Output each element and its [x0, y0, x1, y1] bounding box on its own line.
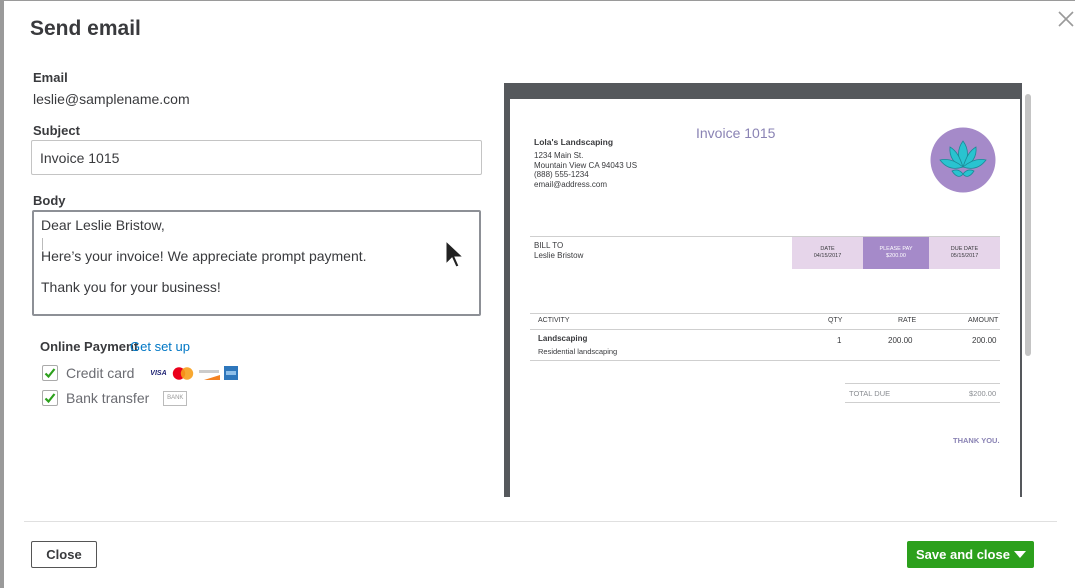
- bill-to-block: BILL TO Leslie Bristow: [534, 241, 583, 261]
- divider: [845, 383, 1000, 384]
- chevron-down-icon[interactable]: [1014, 551, 1026, 559]
- body-line: Dear Leslie Bristow,: [41, 217, 165, 233]
- invoice-title: Invoice 1015: [696, 125, 776, 141]
- email-value: leslie@samplename.com: [33, 91, 190, 107]
- date-label: DATE: [820, 246, 835, 252]
- discover-icon: [198, 366, 221, 380]
- due-date-box: DUE DATE 05/15/2017: [929, 237, 1000, 269]
- total-due-label: TOTAL DUE: [849, 389, 891, 398]
- please-pay-value: $200.00: [886, 253, 906, 259]
- bank-transfer-checkbox[interactable]: [42, 390, 58, 406]
- email-label: Email: [33, 70, 68, 85]
- total-due-value: $200.00: [969, 389, 997, 398]
- line-rate: 200.00: [888, 336, 913, 345]
- save-and-close-button[interactable]: Save and close: [907, 541, 1034, 568]
- get-set-up-link[interactable]: Get set up: [130, 339, 190, 354]
- due-date-value: 05/15/2017: [950, 253, 979, 259]
- invoice-preview: Lola's Landscaping 1234 Main St. Mountai…: [510, 99, 1020, 497]
- column-qty: QTY: [828, 317, 843, 324]
- mouse-pointer-icon: [445, 240, 465, 268]
- divider: [530, 313, 1000, 314]
- bank-transfer-option[interactable]: Bank transfer BANK: [42, 388, 188, 408]
- address-line: Mountain View CA 94043 US: [534, 160, 638, 170]
- date-value: 04/15/2017: [813, 253, 842, 259]
- column-activity: ACTIVITY: [538, 317, 570, 324]
- please-pay-label: PLEASE PAY: [879, 246, 913, 252]
- online-payment-label: Online Payment: [40, 339, 139, 354]
- line-activity: Landscaping: [538, 334, 588, 343]
- preview-scrollbar[interactable]: [1025, 94, 1031, 356]
- body-label: Body: [33, 193, 66, 208]
- bank-icon: BANK: [163, 390, 188, 406]
- body-line: Thank you for your business!: [41, 279, 221, 295]
- subject-input[interactable]: Invoice 1015: [31, 140, 482, 175]
- address-line: email@address.com: [534, 179, 608, 189]
- bill-to-label: BILL TO: [534, 241, 564, 250]
- body-line: Here’s your invoice! We appreciate promp…: [41, 248, 367, 264]
- date-box: DATE 04/15/2017: [792, 237, 863, 269]
- due-date-label: DUE DATE: [950, 246, 979, 252]
- close-icon[interactable]: [1056, 9, 1075, 29]
- column-amount: AMOUNT: [968, 317, 999, 324]
- divider: [530, 329, 1000, 330]
- line-description: Residential landscaping: [538, 347, 618, 356]
- line-qty: 1: [837, 336, 842, 345]
- please-pay-box: PLEASE PAY $200.00: [863, 237, 929, 269]
- footer-divider: [24, 521, 1057, 522]
- dialog-title: Send email: [30, 17, 141, 40]
- credit-card-option[interactable]: Credit card VISA: [42, 363, 239, 383]
- subject-label: Subject: [33, 123, 80, 138]
- lotus-logo-icon: [930, 127, 996, 193]
- mastercard-icon: [173, 366, 194, 380]
- invoice-company-address: 1234 Main St. Mountain View CA 94043 US …: [534, 151, 637, 189]
- address-line: (888) 555-1234: [534, 170, 589, 179]
- bill-to-name: Leslie Bristow: [534, 251, 584, 260]
- close-button[interactable]: Close: [31, 541, 97, 568]
- divider: [530, 360, 1000, 361]
- text-caret: [42, 238, 43, 250]
- checkmark-icon: [44, 393, 56, 404]
- credit-card-label: Credit card: [66, 365, 135, 381]
- address-line: 1234 Main St.: [534, 151, 584, 160]
- body-textarea[interactable]: Dear Leslie Bristow, Here’s your invoice…: [32, 210, 481, 316]
- visa-icon: VISA: [150, 369, 167, 377]
- thank-you-note: THANK YOU.: [953, 436, 1000, 445]
- amex-icon: [224, 366, 239, 380]
- send-email-dialog: Send email Email leslie@samplename.com S…: [4, 1, 1075, 588]
- bank-transfer-label: Bank transfer: [66, 390, 150, 406]
- checkmark-icon: [44, 368, 56, 379]
- divider: [845, 402, 1000, 403]
- line-amount: 200.00: [972, 336, 997, 345]
- column-rate: RATE: [898, 317, 917, 324]
- invoice-company-name: Lola's Landscaping: [534, 137, 614, 147]
- credit-card-checkbox[interactable]: [42, 365, 58, 381]
- save-and-close-label: Save and close: [916, 547, 1010, 562]
